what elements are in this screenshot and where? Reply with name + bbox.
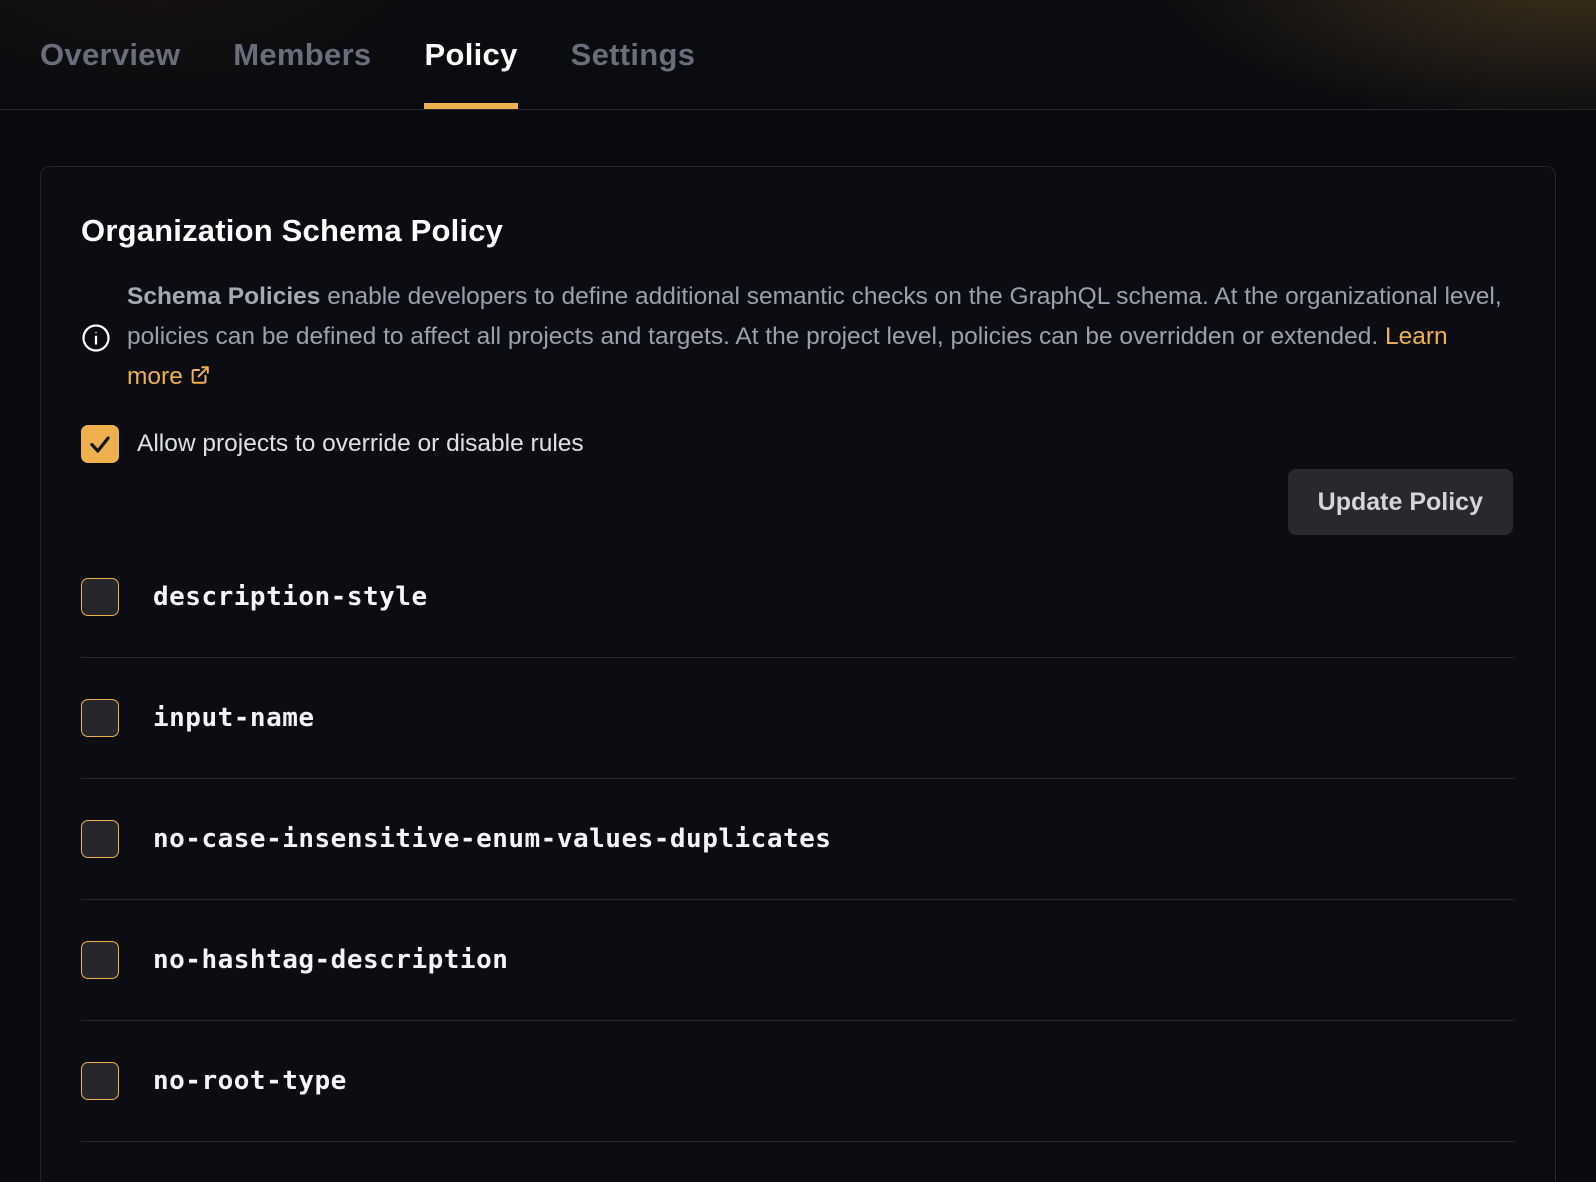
tab-members[interactable]: Members (233, 0, 371, 109)
rule-checkbox[interactable] (81, 820, 119, 858)
external-link-icon (189, 359, 211, 399)
rule-name: no-case-insensitive-enum-values-duplicat… (153, 824, 831, 854)
rule-checkbox[interactable] (81, 578, 119, 616)
allow-override-row: Allow projects to override or disable ru… (81, 425, 1515, 463)
rules-list: description-style input-name no-case-ins… (81, 537, 1515, 1142)
policy-description-body: enable developers to define additional s… (127, 283, 1502, 350)
rule-checkbox[interactable] (81, 699, 119, 737)
tab-overview[interactable]: Overview (40, 0, 180, 109)
rule-name: description-style (153, 582, 428, 612)
rule-row-no-hashtag-description: no-hashtag-description (81, 900, 1515, 1021)
rule-checkbox[interactable] (81, 941, 119, 979)
actions-row: Update Policy (81, 469, 1515, 535)
tab-settings[interactable]: Settings (571, 0, 696, 109)
rule-name: input-name (153, 703, 315, 733)
info-circle-icon (81, 323, 111, 353)
update-policy-button[interactable]: Update Policy (1288, 469, 1513, 535)
policy-info-banner: Schema Policies enable developers to def… (81, 277, 1515, 399)
rule-row-no-root-type: no-root-type (81, 1021, 1515, 1142)
check-icon (87, 431, 113, 457)
allow-override-checkbox[interactable] (81, 425, 119, 463)
page-title: Organization Schema Policy (81, 213, 1515, 249)
main-content: Organization Schema Policy Schema Polici… (0, 166, 1596, 1182)
rule-row-description-style: description-style (81, 537, 1515, 658)
rule-name: no-hashtag-description (153, 945, 508, 975)
policy-description-lead: Schema Policies (127, 283, 320, 310)
tab-bar: Overview Members Policy Settings (0, 0, 1596, 110)
rule-checkbox[interactable] (81, 1062, 119, 1100)
tab-policy[interactable]: Policy (424, 0, 517, 109)
policy-description: Schema Policies enable developers to def… (127, 277, 1507, 399)
allow-override-label: Allow projects to override or disable ru… (137, 430, 584, 458)
rule-row-input-name: input-name (81, 658, 1515, 779)
policy-card: Organization Schema Policy Schema Polici… (40, 166, 1556, 1182)
rule-row-no-case-insensitive-enum-values-duplicates: no-case-insensitive-enum-values-duplicat… (81, 779, 1515, 900)
rule-name: no-root-type (153, 1066, 347, 1096)
